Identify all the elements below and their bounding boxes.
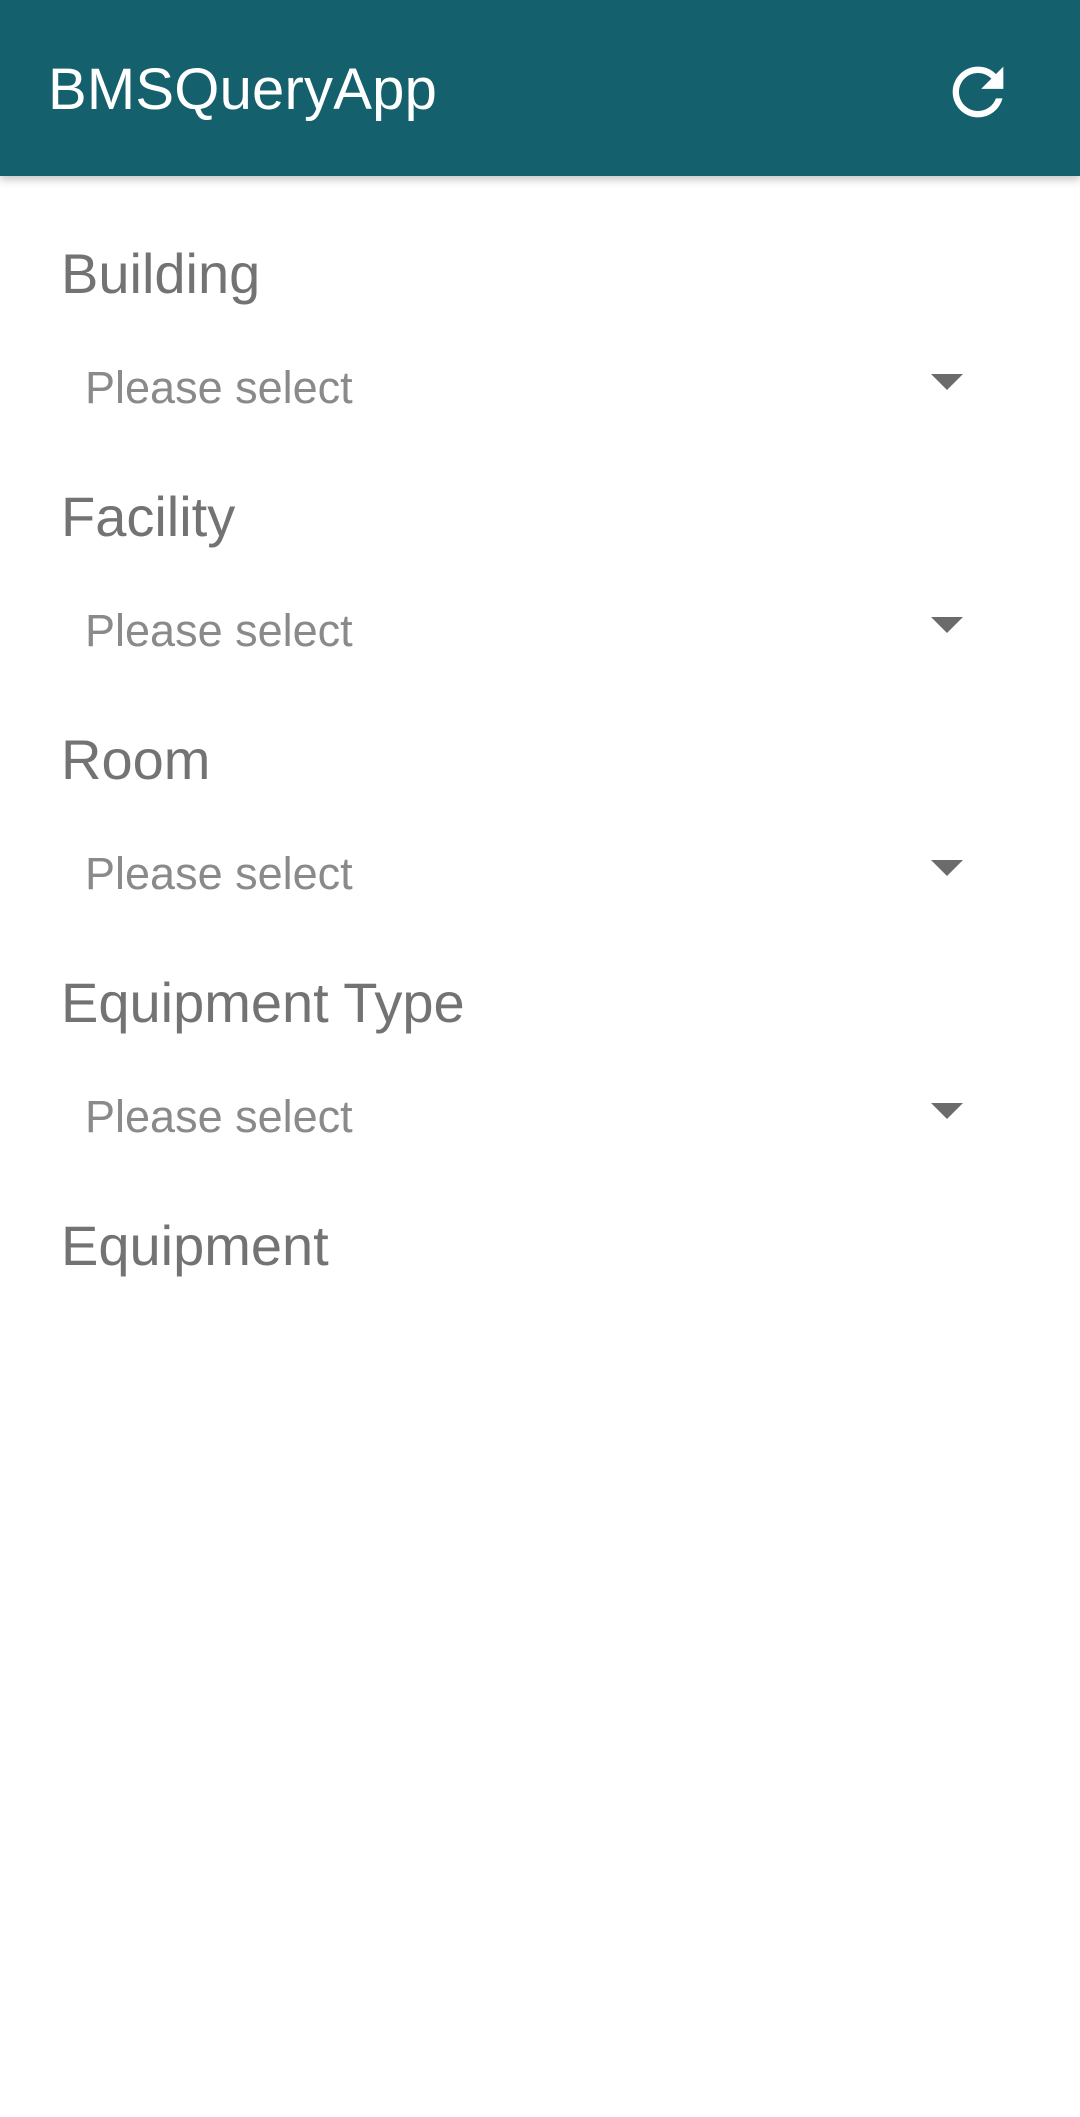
building-label: Building (61, 242, 261, 305)
equipment-label: Equipment (61, 1214, 329, 1277)
refresh-icon (952, 66, 1004, 118)
equipment-type-label: Equipment Type (61, 971, 465, 1034)
query-form: Building Please select Facility Please s… (0, 176, 1080, 2117)
app-title: BMSQueryApp (48, 57, 438, 122)
caret-down-icon (931, 374, 963, 390)
caret-down-icon (931, 1103, 963, 1119)
room-label: Room (61, 728, 211, 791)
refresh-button[interactable] (938, 52, 1018, 132)
equipment-type-selected-value: Please select (85, 1091, 353, 1142)
app-bar: BMSQueryApp (0, 0, 1080, 176)
facility-dropdown[interactable]: Please select (61, 579, 981, 679)
equipment-type-dropdown[interactable]: Please select (61, 1065, 981, 1165)
facility-selected-value: Please select (85, 605, 353, 656)
room-selected-value: Please select (85, 848, 353, 899)
caret-down-icon (931, 860, 963, 876)
caret-down-icon (931, 617, 963, 633)
facility-label: Facility (61, 485, 236, 548)
room-dropdown[interactable]: Please select (61, 822, 981, 922)
building-dropdown[interactable]: Please select (61, 336, 981, 436)
building-selected-value: Please select (85, 362, 353, 413)
